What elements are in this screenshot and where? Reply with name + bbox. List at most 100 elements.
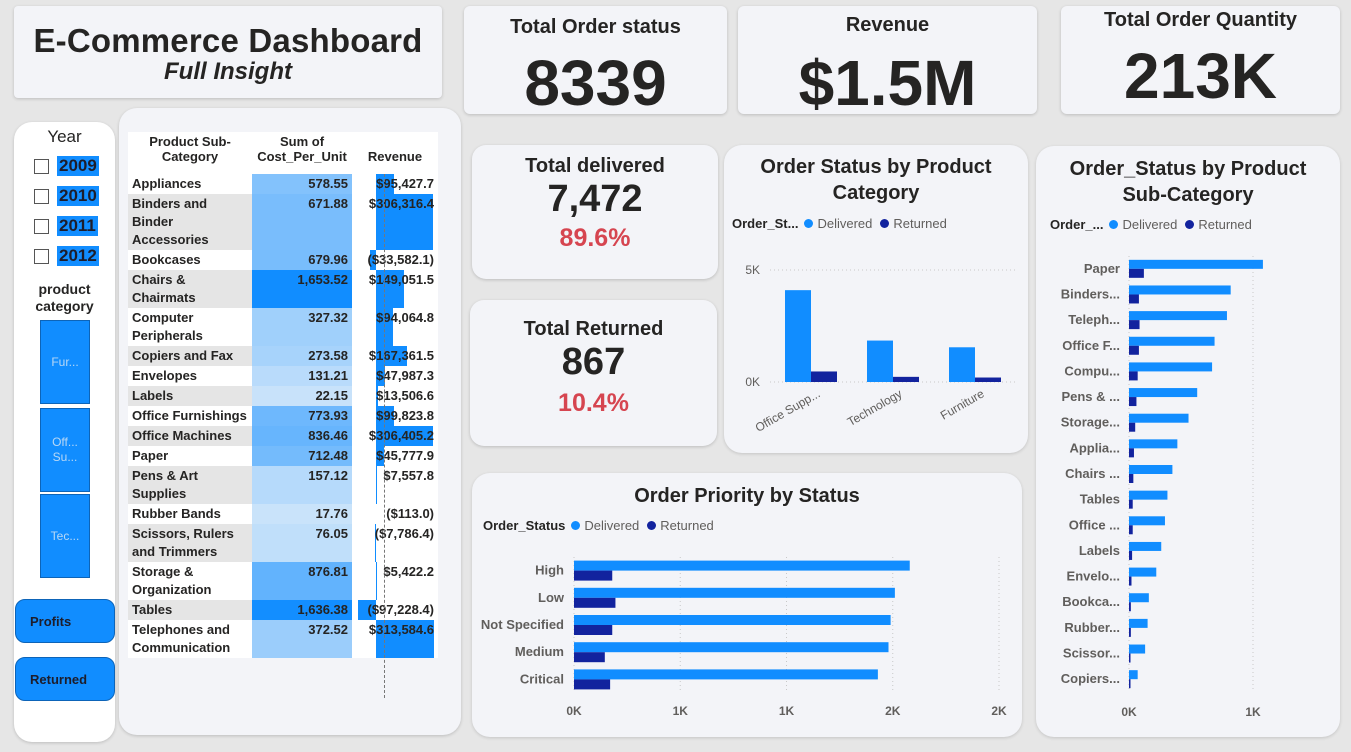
cell-cost: 773.93 (252, 406, 352, 426)
revenue-value: $7,557.8 (383, 468, 434, 483)
legend-dot-delivered (1109, 220, 1119, 229)
bar-delivered (574, 642, 889, 653)
cell-revenue: ($97,228.4) (352, 600, 438, 620)
cell-cost: 327.32 (252, 308, 352, 346)
legend-label[interactable]: Delivered (1122, 217, 1177, 232)
cell-cost: 17.76 (252, 504, 352, 524)
bar-returned (893, 376, 919, 382)
table-row[interactable]: Office Machines 836.46 $306,405.2 (128, 426, 438, 446)
checkbox[interactable] (34, 248, 49, 264)
x-tick-label: 1K (673, 704, 689, 718)
table-row[interactable]: Bookcases 679.96 ($33,582.1) (128, 250, 438, 270)
y-tick-label: Low (538, 590, 565, 605)
table-row[interactable]: Envelopes 131.21 $47,987.3 (128, 366, 438, 386)
table-row[interactable]: Pens & Art Supplies 157.12 $7,557.8 (128, 466, 438, 504)
kpi-value: 213K (1124, 40, 1277, 112)
checkbox[interactable] (34, 158, 49, 174)
bar-delivered (1129, 285, 1231, 295)
table-row[interactable]: Paper 712.48 $45,777.9 (128, 446, 438, 466)
bar-delivered (1129, 644, 1146, 654)
kpi-revenue: Revenue $1.5M (738, 6, 1037, 115)
revenue-value: ($33,582.1) (367, 252, 435, 267)
table-row[interactable]: Office Furnishings 773.93 $99,823.8 (128, 406, 438, 426)
x-tick-label: Technology (845, 386, 905, 428)
delivered-title: Total delivered (525, 155, 665, 177)
table-row[interactable]: Labels 22.15 $13,506.6 (128, 386, 438, 406)
column-header-cost[interactable]: Sum of Cost_Per_Unit (252, 132, 352, 174)
year-option-2010[interactable]: 2010 (34, 185, 115, 207)
table-row[interactable]: Tables 1,636.38 ($97,228.4) (128, 600, 438, 620)
dashboard-title-card: E-Commerce Dashboard Full Insight (14, 6, 442, 98)
bar-returned (574, 625, 613, 635)
table-row[interactable]: Rubber Bands 17.76 ($113.0) (128, 504, 438, 524)
bar-returned (1129, 345, 1139, 355)
cell-subcategory: Labels (128, 386, 252, 406)
cell-cost: 712.48 (252, 446, 352, 466)
x-tick-label: 0K (566, 704, 582, 718)
year-option-2009[interactable]: 2009 (34, 155, 115, 177)
x-tick-label: Furniture (938, 386, 987, 422)
cell-cost: 273.58 (252, 346, 352, 366)
bar-delivered (1129, 567, 1157, 577)
x-tick-label: 1K (779, 704, 795, 718)
bar-returned (1129, 679, 1131, 689)
cell-cost: 876.81 (252, 562, 352, 600)
year-label: 2011 (57, 216, 98, 236)
legend-label[interactable]: Delivered (584, 518, 639, 533)
table-row[interactable]: Computer Peripherals 327.32 $94,064.8 (128, 308, 438, 346)
cell-subcategory: Office Furnishings (128, 406, 252, 426)
profits-button[interactable]: Profits (15, 599, 115, 643)
dashboard-title: E-Commerce Dashboard (33, 22, 423, 59)
table-row[interactable]: Scissors, Rulers and Trimmers 76.05 ($7,78… (128, 524, 438, 562)
category-tile-office-supplies[interactable]: Off... Su... (40, 408, 90, 492)
slicer-panel: Year 2009 2010 2011 2012 product categor… (14, 122, 115, 742)
revenue-data-bar (376, 562, 377, 600)
table-row[interactable]: Binders and Binder Accessories 671.88 $306… (128, 194, 438, 250)
checkbox[interactable] (34, 188, 49, 204)
y-tick-label: Storage... (1061, 415, 1120, 430)
category-tile-furniture[interactable]: Fur... (40, 320, 90, 404)
cell-subcategory: Pens & Art Supplies (128, 466, 252, 504)
legend-label[interactable]: Returned (893, 216, 946, 231)
cell-cost: 131.21 (252, 366, 352, 386)
bar-returned (1129, 474, 1134, 483)
revenue-value: $149,051.5 (368, 272, 434, 287)
cell-cost: 578.55 (252, 174, 352, 194)
chart-title: Order Priority by Status (634, 485, 860, 507)
year-slicer-title: Year (47, 127, 82, 146)
bar-delivered (1129, 362, 1213, 372)
cell-subcategory: Chairs & Chairmats (128, 270, 252, 308)
bar-returned (811, 371, 837, 382)
y-tick-label: Critical (520, 671, 564, 686)
category-tile-technology[interactable]: Tec... (40, 494, 90, 578)
column-header-revenue[interactable]: Revenue (352, 132, 438, 174)
table-row[interactable]: Appliances 578.55 $95,427.7 (128, 174, 438, 194)
column-header-subcategory[interactable]: Product Sub-Category (128, 132, 252, 174)
y-tick-label: Not Specified (481, 617, 564, 632)
y-tick-label: Copiers... (1061, 671, 1120, 686)
bar-returned (1129, 294, 1139, 304)
returned-button[interactable]: Returned (15, 657, 115, 701)
table-row[interactable]: Chairs & Chairmats 1,653.52 $149,051.5 (128, 270, 438, 308)
legend-label[interactable]: Returned (660, 518, 713, 533)
bar-delivered (1129, 593, 1149, 603)
delivered-value: 7,472 (547, 178, 643, 220)
year-option-2012[interactable]: 2012 (34, 245, 115, 267)
chart-plot: 0K 1K Paper Binders... Teleph... Office F... C… (1061, 256, 1263, 719)
legend-label[interactable]: Returned (1198, 217, 1251, 232)
table-row[interactable]: Copiers and Fax 273.58 $167,361.5 (128, 346, 438, 366)
y-tick-label: Rubber... (1064, 620, 1120, 635)
bar-returned (574, 652, 605, 663)
year-option-2011[interactable]: 2011 (34, 215, 115, 237)
legend-label[interactable]: Delivered (817, 216, 872, 231)
bar-delivered (1129, 439, 1178, 449)
revenue-value: ($113.0) (386, 506, 434, 521)
x-tick-label: 2K (885, 704, 901, 718)
subcategory-table-card: Product Sub-Category Sum of Cost_Per_Uni… (119, 108, 461, 735)
y-tick-label: Bookca... (1062, 594, 1120, 609)
table-row[interactable]: Storage & Organization 876.81 $5,422.2 (128, 562, 438, 600)
chart-plot: 0K 5K Office Supp... Technology Furniture (745, 263, 1016, 435)
checkbox[interactable] (34, 218, 49, 234)
table-row[interactable]: Telephones and Communication 372.52 $313,5… (128, 620, 438, 658)
cell-revenue: $7,557.8 (352, 466, 438, 504)
